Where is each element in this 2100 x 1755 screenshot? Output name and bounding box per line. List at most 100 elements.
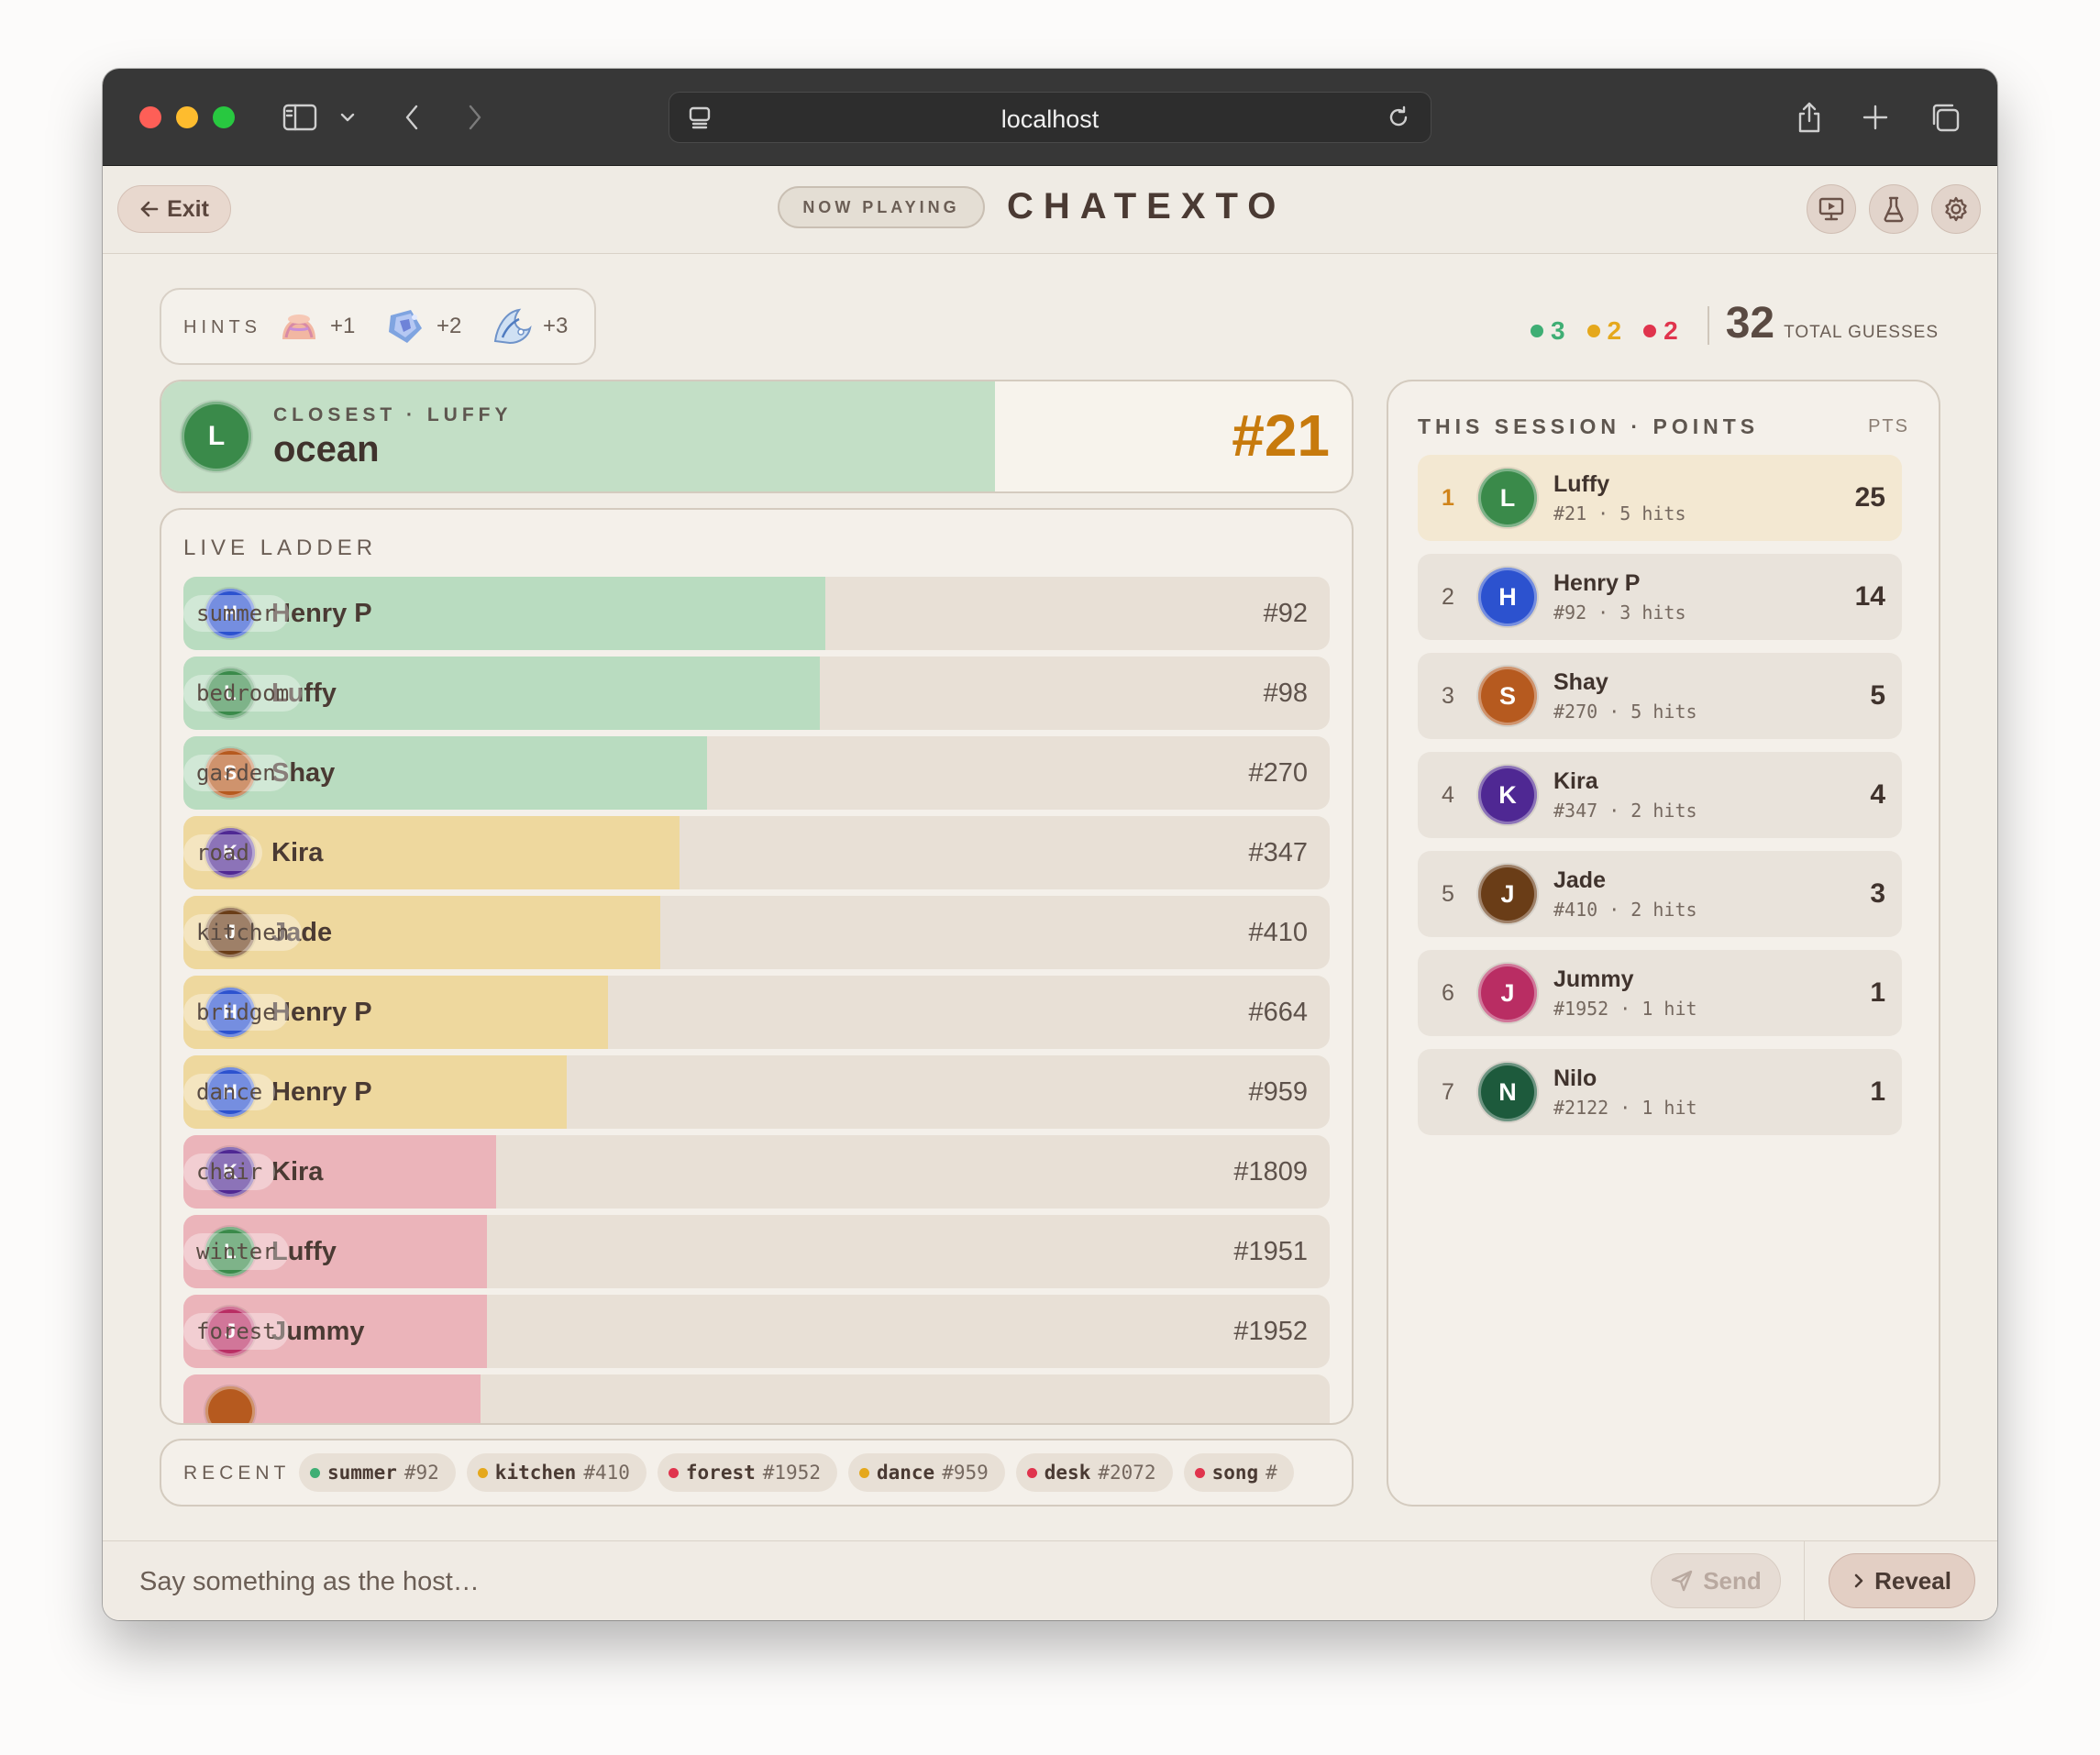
- new-tab-icon[interactable]: [1854, 96, 1896, 138]
- session-player-name: Jade: [1553, 867, 1606, 893]
- divider: [1804, 1541, 1805, 1620]
- session-row[interactable]: 1 L Luffy #21 · 5 hits 25: [1418, 455, 1902, 541]
- browser-titlebar: localhost: [103, 69, 1997, 166]
- hint-1[interactable]: +1: [277, 304, 355, 348]
- total-guesses-label: TOTAL GUESSES: [1784, 323, 1939, 342]
- green-dot-icon: [1530, 325, 1543, 337]
- green-count-value: 3: [1550, 316, 1565, 345]
- recent-rank: #92: [403, 1462, 439, 1484]
- live-ladder: LIVE LADDER H Henry Psummer #92 L Luffy bedro…: [160, 508, 1354, 1425]
- host-message-input[interactable]: [139, 1563, 1148, 1600]
- exit-button[interactable]: Exit: [117, 185, 231, 233]
- guess-rank: #270: [1248, 758, 1308, 788]
- recent-rank: #410: [583, 1462, 630, 1484]
- recent-chip[interactable]: dance #959: [847, 1453, 1005, 1492]
- recent-rank: #1952: [762, 1462, 821, 1484]
- ladder-row[interactable]: K Kira chair #1809: [183, 1135, 1330, 1209]
- minimize-window-button[interactable]: [176, 106, 198, 128]
- recent-word: song: [1211, 1462, 1259, 1484]
- session-row[interactable]: 4 K Kira #347 · 2 hits 4: [1418, 752, 1902, 838]
- settings-button[interactable]: [1931, 184, 1981, 234]
- guess-word: bridge: [183, 994, 289, 1031]
- ladder-row[interactable]: K Kira road #347: [183, 816, 1330, 889]
- back-arrow-icon[interactable]: [391, 96, 433, 138]
- status-dot-icon: [477, 1467, 488, 1478]
- recent-chip[interactable]: summer #92: [299, 1453, 456, 1492]
- avatar: J: [1478, 865, 1537, 923]
- session-position: 7: [1442, 1079, 1454, 1105]
- hat-hint-icon: [282, 315, 315, 339]
- ladder-row[interactable]: [183, 1374, 1330, 1423]
- red-dot-icon: [1643, 325, 1657, 337]
- recent-chip[interactable]: desk #2072: [1015, 1453, 1173, 1492]
- close-window-button[interactable]: [139, 106, 161, 128]
- ladder-row[interactable]: J Jummy forest #1952: [183, 1295, 1330, 1368]
- url-text[interactable]: localhost: [669, 105, 1431, 134]
- guess-rank: #92: [1263, 599, 1308, 628]
- recent-word: summer: [327, 1462, 397, 1484]
- browser-window: localhost Exit NOW PLAYING CHATEXTO HINT…: [103, 69, 1997, 1620]
- closest-guess-card: L CLOSEST · LUFFY ocean #21: [160, 380, 1354, 493]
- recent-chip[interactable]: forest #1952: [657, 1453, 837, 1492]
- zoom-window-button[interactable]: [213, 106, 235, 128]
- recent-rank: #959: [942, 1462, 989, 1484]
- session-player-meta: #2122 · 1 hit: [1553, 1097, 1697, 1119]
- share-icon[interactable]: [1788, 96, 1830, 138]
- session-player-meta: #92 · 3 hits: [1553, 602, 1686, 624]
- session-position: 5: [1442, 881, 1454, 907]
- session-position: 6: [1442, 980, 1454, 1006]
- forward-arrow-icon[interactable]: [454, 96, 496, 138]
- closest-word: ocean: [273, 429, 380, 469]
- recent-chip[interactable]: song #: [1183, 1453, 1294, 1492]
- avatar: N: [1478, 1063, 1537, 1121]
- guess-rank: #1809: [1233, 1157, 1308, 1187]
- green-count: 3: [1530, 316, 1565, 346]
- ladder-row[interactable]: H Henry Psummer #92: [183, 577, 1330, 650]
- session-row[interactable]: 6 J Jummy #1952 · 1 hit 1: [1418, 950, 1902, 1036]
- recent-chip[interactable]: kitchen #410: [466, 1453, 647, 1492]
- session-score: 4: [1870, 779, 1885, 810]
- session-player-name: Jummy: [1553, 966, 1634, 992]
- reload-icon[interactable]: [1377, 96, 1420, 138]
- session-row[interactable]: 2 H Henry P #92 · 3 hits 14: [1418, 554, 1902, 640]
- hint-2[interactable]: +2: [383, 304, 461, 348]
- session-row[interactable]: 5 J Jade #410 · 2 hits 3: [1418, 851, 1902, 937]
- chevron-down-icon[interactable]: [326, 96, 369, 138]
- player-name: Henry P: [271, 1077, 372, 1107]
- ladder-row[interactable]: L Luffy bedroom #98: [183, 657, 1330, 730]
- session-row[interactable]: 3 S Shay #270 · 5 hits 5: [1418, 653, 1902, 739]
- guess-word: summer: [183, 595, 289, 632]
- hints-label: HINTS: [183, 317, 261, 337]
- sidebar-toggle-icon[interactable]: [279, 96, 321, 138]
- ladder-row[interactable]: S Shay garden #270: [183, 736, 1330, 810]
- ladder-row[interactable]: L Luffy winter #1951: [183, 1215, 1330, 1288]
- recent-word: forest: [685, 1462, 756, 1484]
- session-score: 5: [1870, 680, 1885, 711]
- guess-rank: #664: [1248, 998, 1308, 1027]
- player-name: Kira: [271, 1157, 324, 1187]
- session-row[interactable]: 7 N Nilo #2122 · 1 hit 1: [1418, 1049, 1902, 1135]
- address-bar[interactable]: localhost: [669, 92, 1431, 143]
- session-player-name: Henry P: [1553, 570, 1641, 596]
- gear-icon: [1945, 196, 1967, 222]
- send-button[interactable]: Send: [1651, 1553, 1781, 1608]
- reveal-button[interactable]: Reveal: [1829, 1553, 1975, 1608]
- session-player-name: Nilo: [1553, 1065, 1597, 1091]
- app-header: Exit NOW PLAYING CHATEXTO: [103, 166, 1997, 254]
- present-screen-button[interactable]: [1807, 184, 1856, 234]
- divider: [1707, 306, 1709, 345]
- session-title: THIS SESSION · POINTS: [1418, 414, 1760, 438]
- session-player-name: Shay: [1553, 669, 1608, 695]
- hint-3-value: +3: [543, 314, 569, 338]
- ladder-row[interactable]: J Jade kitchen #410: [183, 896, 1330, 969]
- lab-button[interactable]: [1869, 184, 1918, 234]
- hint-3[interactable]: +3: [490, 304, 568, 348]
- recent-rank: #: [1266, 1462, 1277, 1484]
- send-label: Send: [1703, 1566, 1762, 1595]
- session-points-panel: THIS SESSION · POINTS PTS 1 L Luffy #21 · 5…: [1387, 380, 1940, 1507]
- status-dot-icon: [668, 1467, 679, 1478]
- ladder-row[interactable]: H Henry Pdance #959: [183, 1055, 1330, 1129]
- ladder-row[interactable]: H Henry Pbridge #664: [183, 976, 1330, 1049]
- guess-word: road: [183, 834, 262, 871]
- tab-overview-icon[interactable]: [1924, 96, 1966, 138]
